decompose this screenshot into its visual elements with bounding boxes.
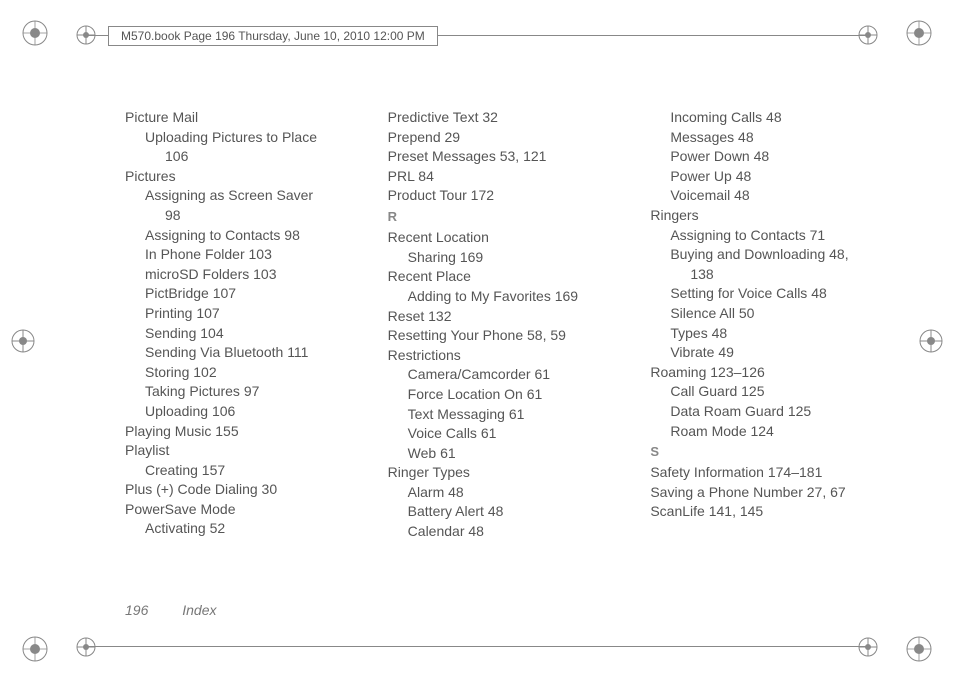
- index-entry: Buying and Downloading 48,: [670, 245, 885, 265]
- index-entry: Prepend 29: [388, 128, 623, 148]
- index-column-1: Picture MailUploading Pictures to Place1…: [125, 108, 360, 578]
- index-entry: Recent Location: [388, 228, 623, 248]
- index-entry: PictBridge 107: [145, 284, 360, 304]
- index-entry: Ringer Types: [388, 463, 623, 483]
- crop-mark-icon: [904, 634, 934, 664]
- index-entry: 106: [165, 147, 360, 167]
- index-entry: Ringers: [650, 206, 885, 226]
- index-entry: Silence All 50: [670, 304, 885, 324]
- index-column-3: Incoming Calls 48Messages 48Power Down 4…: [650, 108, 885, 578]
- index-entry: R: [388, 208, 623, 226]
- index-entry: Call Guard 125: [670, 382, 885, 402]
- index-entry: Data Roam Guard 125: [670, 402, 885, 422]
- index-entry: Calendar 48: [408, 522, 623, 542]
- index-entry: Sharing 169: [408, 248, 623, 268]
- registration-mark-icon: [10, 328, 36, 354]
- index-entry: Taking Pictures 97: [145, 382, 360, 402]
- index-entry: Web 61: [408, 444, 623, 464]
- index-entry: microSD Folders 103: [145, 265, 360, 285]
- index-entry: Reset 132: [388, 307, 623, 327]
- index-column-2: Predictive Text 32Prepend 29Preset Messa…: [388, 108, 623, 578]
- index-entry: Text Messaging 61: [408, 405, 623, 425]
- index-entry: Voicemail 48: [670, 186, 885, 206]
- index-entry: Roam Mode 124: [670, 422, 885, 442]
- align-mark-icon: [75, 636, 97, 658]
- index-entry: Camera/Camcorder 61: [408, 365, 623, 385]
- page-footer: 196 Index: [125, 602, 217, 618]
- index-entry: Assigning to Contacts 98: [145, 226, 360, 246]
- index-entry: Preset Messages 53, 121: [388, 147, 623, 167]
- registration-mark-icon: [918, 328, 944, 354]
- index-entry: Storing 102: [145, 363, 360, 383]
- index-entry: Predictive Text 32: [388, 108, 623, 128]
- index-entry: 138: [690, 265, 885, 285]
- index-entry: In Phone Folder 103: [145, 245, 360, 265]
- index-entry: PowerSave Mode: [125, 500, 360, 520]
- index-entry: Activating 52: [145, 519, 360, 539]
- index-entry: Power Down 48: [670, 147, 885, 167]
- index-entry: Resetting Your Phone 58, 59: [388, 326, 623, 346]
- index-entry: Saving a Phone Number 27, 67: [650, 483, 885, 503]
- index-entry: Recent Place: [388, 267, 623, 287]
- index-entry: Setting for Voice Calls 48: [670, 284, 885, 304]
- section-title: Index: [182, 602, 216, 618]
- crop-mark-icon: [20, 18, 50, 48]
- page-number: 196: [125, 602, 148, 618]
- index-entry: Adding to My Favorites 169: [408, 287, 623, 307]
- index-entry: Battery Alert 48: [408, 502, 623, 522]
- align-mark-icon: [857, 636, 879, 658]
- index-entry: Uploading 106: [145, 402, 360, 422]
- index-entry: Assigning as Screen Saver: [145, 186, 360, 206]
- index-entry: Pictures: [125, 167, 360, 187]
- index-entry: Roaming 123–126: [650, 363, 885, 383]
- index-entry: Plus (+) Code Dialing 30: [125, 480, 360, 500]
- index-entry: 98: [165, 206, 360, 226]
- index-entry: Alarm 48: [408, 483, 623, 503]
- index-entry: Incoming Calls 48: [670, 108, 885, 128]
- index-entry: Creating 157: [145, 461, 360, 481]
- index-entry: Assigning to Contacts 71: [670, 226, 885, 246]
- crop-mark-icon: [904, 18, 934, 48]
- index-entry: Uploading Pictures to Place: [145, 128, 360, 148]
- index-entry: Voice Calls 61: [408, 424, 623, 444]
- index-entry: Restrictions: [388, 346, 623, 366]
- index-entry: Power Up 48: [670, 167, 885, 187]
- index-entry: Playlist: [125, 441, 360, 461]
- page-header: M570.book Page 196 Thursday, June 10, 20…: [108, 26, 438, 46]
- crop-mark-icon: [20, 634, 50, 664]
- index-entry: Sending Via Bluetooth 111: [145, 343, 360, 363]
- rule-line: [86, 646, 868, 647]
- index-entry: Printing 107: [145, 304, 360, 324]
- index-entry: Picture Mail: [125, 108, 360, 128]
- index-entry: Force Location On 61: [408, 385, 623, 405]
- index-entry: Vibrate 49: [670, 343, 885, 363]
- index-entry: Sending 104: [145, 324, 360, 344]
- index-entry: ScanLife 141, 145: [650, 502, 885, 522]
- index-entry: Product Tour 172: [388, 186, 623, 206]
- index-entry: PRL 84: [388, 167, 623, 187]
- index-body: Picture MailUploading Pictures to Place1…: [125, 108, 885, 578]
- index-entry: Safety Information 174–181: [650, 463, 885, 483]
- index-entry: Messages 48: [670, 128, 885, 148]
- index-entry: Playing Music 155: [125, 422, 360, 442]
- index-entry: S: [650, 443, 885, 461]
- index-entry: Types 48: [670, 324, 885, 344]
